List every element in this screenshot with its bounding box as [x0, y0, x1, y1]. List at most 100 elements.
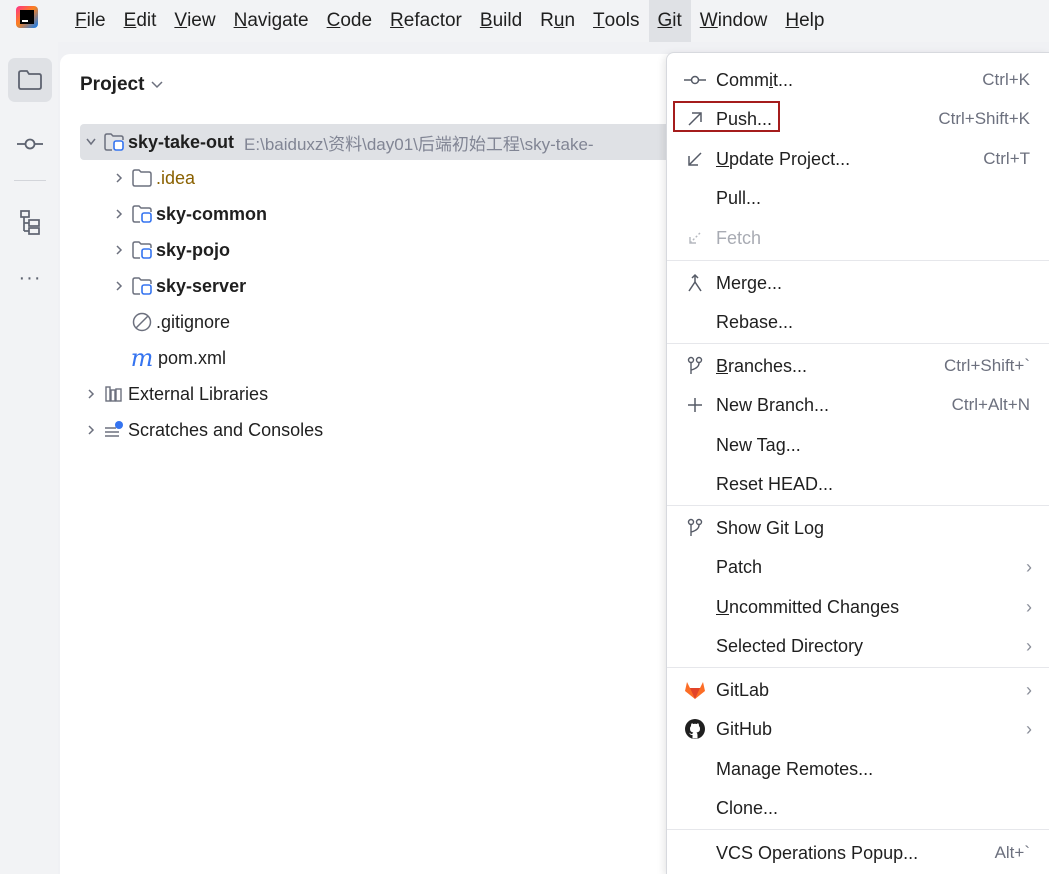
git-menu-uncommitted-changes[interactable]: Uncommitted Changes ›	[667, 588, 1049, 626]
git-menu-selected-directory[interactable]: Selected Directory ›	[667, 627, 1049, 665]
menu-bar: File Edit View Navigate Code Refactor Build Ru n…	[0, 0, 1049, 42]
git-menu-github-label: GitHub	[716, 718, 773, 739]
branch-icon	[683, 354, 707, 378]
submenu-arrow-icon: ›	[1026, 718, 1032, 739]
plus-icon	[683, 393, 707, 417]
git-menu-manage-remotes-label: Manage Remotes...	[716, 758, 874, 779]
ignored-file-icon	[130, 311, 154, 333]
menu-build[interactable]: Build	[471, 0, 531, 42]
menu-separator	[667, 343, 1049, 344]
git-menu-dropdown: Commit... Ctrl+K Push... Ctrl+Shift+K Up…	[666, 52, 1049, 874]
git-menu-commit-label: Commit...	[716, 69, 794, 90]
folder-icon	[18, 70, 42, 90]
module-folder-icon	[130, 275, 154, 297]
git-menu-vcs-operations-popup[interactable]: VCS Operations Popup... Alt+`	[667, 834, 1049, 872]
chevron-right-icon[interactable]	[80, 424, 102, 436]
submenu-arrow-icon: ›	[1026, 679, 1032, 700]
git-menu-branches-label: Branches...	[716, 355, 808, 376]
tool-separator	[14, 180, 46, 181]
shortcut-label: Ctrl+Shift+K	[938, 109, 1030, 128]
commit-tool-button[interactable]	[8, 122, 52, 166]
tree-node-root[interactable]: sky-take-out E:\baiduxz\资料\day01\后端初始工程\…	[80, 124, 690, 160]
menu-separator	[667, 667, 1049, 668]
git-menu-show-git-log[interactable]: Show Git Log	[667, 509, 1049, 547]
git-menu-selected-dir-label: Selected Directory	[716, 635, 864, 656]
tree-node-label: sky-pojo	[156, 239, 231, 260]
chevron-right-icon[interactable]	[108, 280, 130, 292]
tree-node-label: External Libraries	[128, 383, 269, 404]
tree-node-label: Scratches and Consoles	[128, 419, 324, 440]
git-menu-reset-head[interactable]: Reset HEAD...	[667, 465, 1049, 503]
menu-git[interactable]: Git	[648, 0, 691, 42]
tree-node-label: .gitignore	[156, 311, 231, 332]
module-folder-icon	[130, 239, 154, 261]
git-menu-push-label: Push...	[716, 108, 773, 129]
git-menu-new-tag-label: New Tag...	[716, 434, 801, 455]
tool-window-strip: ···	[0, 42, 58, 874]
project-panel-title[interactable]: Project	[80, 74, 164, 96]
git-menu-clone[interactable]: Clone...	[667, 789, 1049, 827]
project-tool-button[interactable]	[8, 58, 52, 102]
git-menu-update-project[interactable]: Update Project... Ctrl+T	[667, 140, 1049, 178]
menu-run[interactable]: Run	[531, 0, 584, 42]
more-icon[interactable]: ···	[8, 256, 52, 300]
git-menu-patch[interactable]: Patch ›	[667, 548, 1049, 586]
scratches-icon	[102, 419, 126, 441]
branch-icon	[683, 516, 707, 540]
intellij-logo-icon[interactable]	[16, 6, 38, 28]
module-folder-icon	[130, 203, 154, 225]
chevron-right-icon[interactable]	[108, 244, 130, 256]
git-menu-push[interactable]: Push... Ctrl+Shift+K	[667, 100, 1049, 138]
chevron-down-icon	[151, 81, 163, 89]
git-menu-new-branch[interactable]: New Branch... Ctrl+Alt+N	[667, 386, 1049, 424]
push-arrow-icon	[683, 107, 707, 131]
update-arrow-icon	[683, 147, 707, 171]
menu-view[interactable]: View	[165, 0, 224, 42]
structure-icon	[20, 210, 40, 235]
github-icon	[683, 717, 707, 741]
tree-node-label: pom.xml	[158, 347, 227, 368]
git-menu-commit[interactable]: Commit... Ctrl+K	[667, 61, 1049, 99]
library-icon	[102, 383, 126, 405]
menu-file[interactable]: File	[66, 0, 115, 42]
menu-help[interactable]: Help	[776, 0, 833, 42]
structure-tool-button[interactable]	[8, 200, 52, 244]
tree-node-label: sky-server	[156, 275, 247, 296]
git-menu-fetch: Fetch	[667, 219, 1049, 257]
tree-node-path: E:\baiduxz\资料\day01\后端初始工程\sky-take-	[244, 134, 594, 154]
merge-icon	[683, 271, 707, 295]
git-menu-pull[interactable]: Pull...	[667, 179, 1049, 217]
commit-icon	[17, 138, 43, 150]
menu-code[interactable]: Code	[318, 0, 381, 42]
menu-tools[interactable]: Tools	[584, 0, 648, 42]
chevron-right-icon[interactable]	[80, 388, 102, 400]
git-menu-rebase[interactable]: Rebase...	[667, 303, 1049, 341]
maven-icon: m	[130, 344, 154, 372]
menu-edit[interactable]: Edit	[115, 0, 166, 42]
git-menu-branches[interactable]: Branches... Ctrl+Shift+`	[667, 347, 1049, 385]
menu-window[interactable]: Window	[691, 0, 777, 42]
git-menu-new-tag[interactable]: New Tag...	[667, 426, 1049, 464]
git-menu-github[interactable]: GitHub ›	[667, 710, 1049, 748]
tree-node-label: sky-take-out	[128, 131, 235, 152]
git-menu-update-label: Update Project...	[716, 148, 851, 169]
chevron-right-icon[interactable]	[108, 172, 130, 184]
fetch-icon	[683, 226, 707, 250]
chevron-down-icon[interactable]	[80, 137, 102, 147]
menu-refactor[interactable]: Refactor	[381, 0, 471, 42]
module-folder-icon	[102, 131, 126, 153]
submenu-arrow-icon: ›	[1026, 556, 1032, 577]
git-menu-merge[interactable]: Merge...	[667, 264, 1049, 302]
submenu-arrow-icon: ›	[1026, 635, 1032, 656]
git-menu-reset-head-label: Reset HEAD...	[716, 473, 834, 494]
chevron-right-icon[interactable]	[108, 208, 130, 220]
menu-separator	[667, 260, 1049, 261]
git-menu-gitlab[interactable]: GitLab ›	[667, 671, 1049, 709]
git-menu-manage-remotes[interactable]: Manage Remotes...	[667, 750, 1049, 788]
git-menu-rebase-label: Rebase...	[716, 311, 794, 332]
tree-node-label: .idea	[156, 167, 196, 188]
menu-navigate[interactable]: Navigate	[225, 0, 318, 42]
menu-separator	[667, 505, 1049, 506]
tree-node-label: sky-common	[156, 203, 268, 224]
panel-title-label: Project	[80, 74, 145, 95]
